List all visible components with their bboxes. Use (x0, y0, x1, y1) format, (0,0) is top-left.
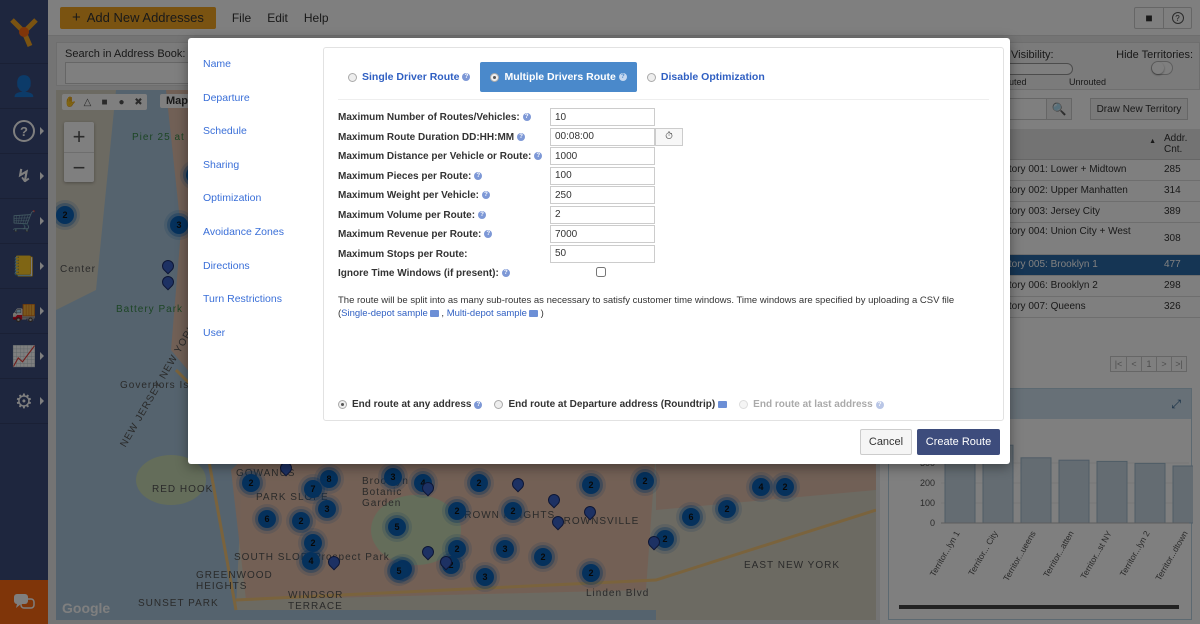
video-icon[interactable] (718, 401, 728, 408)
nav-sharing[interactable]: Sharing (203, 159, 313, 193)
nav-optimization[interactable]: Optimization (203, 192, 313, 226)
help-icon[interactable]: ? (478, 210, 487, 219)
nav-directions[interactable]: Directions (203, 260, 313, 294)
radio-selected-icon (490, 72, 500, 82)
radio-icon (494, 400, 504, 409)
nav-turn-restrictions[interactable]: Turn Restrictions (203, 293, 313, 327)
help-icon[interactable]: ? (517, 132, 526, 141)
help-icon[interactable]: ? (462, 73, 471, 81)
video-icon[interactable] (429, 309, 439, 317)
multiple-drivers-route-radio[interactable]: Multiple Drivers Route ? (480, 62, 637, 92)
modal-nav: Name Departure Schedule Sharing Optimiza… (203, 58, 313, 360)
max-stops-input[interactable] (550, 244, 655, 263)
field-max-distance: Maximum Distance per Vehicle or Route:? (338, 147, 698, 167)
radio-icon (646, 72, 656, 82)
radio-icon (348, 72, 357, 82)
multi-depot-sample-link[interactable]: Multi-depot sample (447, 308, 527, 319)
field-max-weight: Maximum Weight per Vehicle:? (338, 186, 698, 206)
max-revenue-input[interactable] (550, 225, 655, 243)
help-icon[interactable]: ? (474, 400, 483, 409)
nav-departure[interactable]: Departure (203, 92, 313, 126)
max-distance-input[interactable] (550, 147, 655, 165)
field-max-stops: Maximum Stops per Route: (338, 244, 698, 265)
divider (338, 99, 989, 100)
nav-schedule[interactable]: Schedule (203, 125, 313, 159)
optimization-mode-tabs: Single Driver Route ? Multiple Drivers R… (338, 62, 775, 92)
constraint-fields: Maximum Number of Routes/Vehicles:? Maxi… (338, 108, 698, 284)
nav-name[interactable]: Name (203, 58, 313, 92)
help-icon[interactable]: ? (618, 73, 627, 81)
optimization-panel: Single Driver Route ? Multiple Drivers R… (323, 47, 1004, 421)
field-max-duration: Maximum Route Duration DD:HH:MM? ⏱ (338, 127, 698, 148)
field-max-routes: Maximum Number of Routes/Vehicles:? (338, 108, 698, 128)
end-last-address-radio: End route at last address ? (739, 399, 884, 410)
help-icon[interactable]: ? (481, 191, 490, 200)
radio-icon (739, 400, 749, 409)
time-picker-button[interactable]: ⏱ (655, 127, 683, 146)
field-max-revenue: Maximum Revenue per Route:? (338, 225, 698, 245)
nav-user[interactable]: User (203, 327, 313, 361)
ignore-time-windows-checkbox[interactable] (596, 267, 606, 277)
video-icon[interactable] (528, 309, 538, 317)
max-duration-input[interactable] (550, 127, 655, 146)
help-icon[interactable]: ? (534, 152, 543, 161)
radio-selected-icon (338, 400, 347, 409)
create-route-button[interactable]: Create Route (917, 429, 1000, 455)
single-depot-sample-link[interactable]: Single-depot sample (341, 308, 428, 319)
help-icon[interactable]: ? (875, 400, 884, 409)
help-icon[interactable]: ? (474, 171, 483, 180)
end-departure-roundtrip-radio[interactable]: End route at Departure address (Roundtri… (494, 399, 728, 410)
help-icon[interactable]: ? (522, 113, 531, 122)
end-any-address-radio[interactable]: End route at any address ? (338, 399, 483, 410)
field-ignore-time-windows: Ignore Time Windows (if present):? (338, 264, 698, 284)
route-settings-modal: Name Departure Schedule Sharing Optimiza… (188, 38, 1010, 464)
max-routes-input[interactable] (550, 108, 655, 126)
disable-optimization-radio[interactable]: Disable Optimization (637, 62, 775, 92)
max-pieces-input[interactable] (550, 166, 655, 185)
nav-avoidance-zones[interactable]: Avoidance Zones (203, 226, 313, 260)
field-max-pieces: Maximum Pieces per Route:? (338, 166, 698, 187)
max-weight-input[interactable] (550, 186, 655, 204)
help-icon[interactable]: ? (501, 269, 510, 278)
end-route-options: End route at any address ? End route at … (338, 399, 896, 410)
cancel-button[interactable]: Cancel (860, 429, 912, 455)
field-max-volume: Maximum Volume per Route:? (338, 205, 698, 226)
time-windows-note: The route will be split into as many sub… (338, 295, 955, 319)
help-icon[interactable]: ? (484, 230, 493, 239)
clock-icon: ⏱ (665, 131, 673, 142)
single-driver-route-radio[interactable]: Single Driver Route ? (338, 62, 480, 92)
max-volume-input[interactable] (550, 205, 655, 224)
